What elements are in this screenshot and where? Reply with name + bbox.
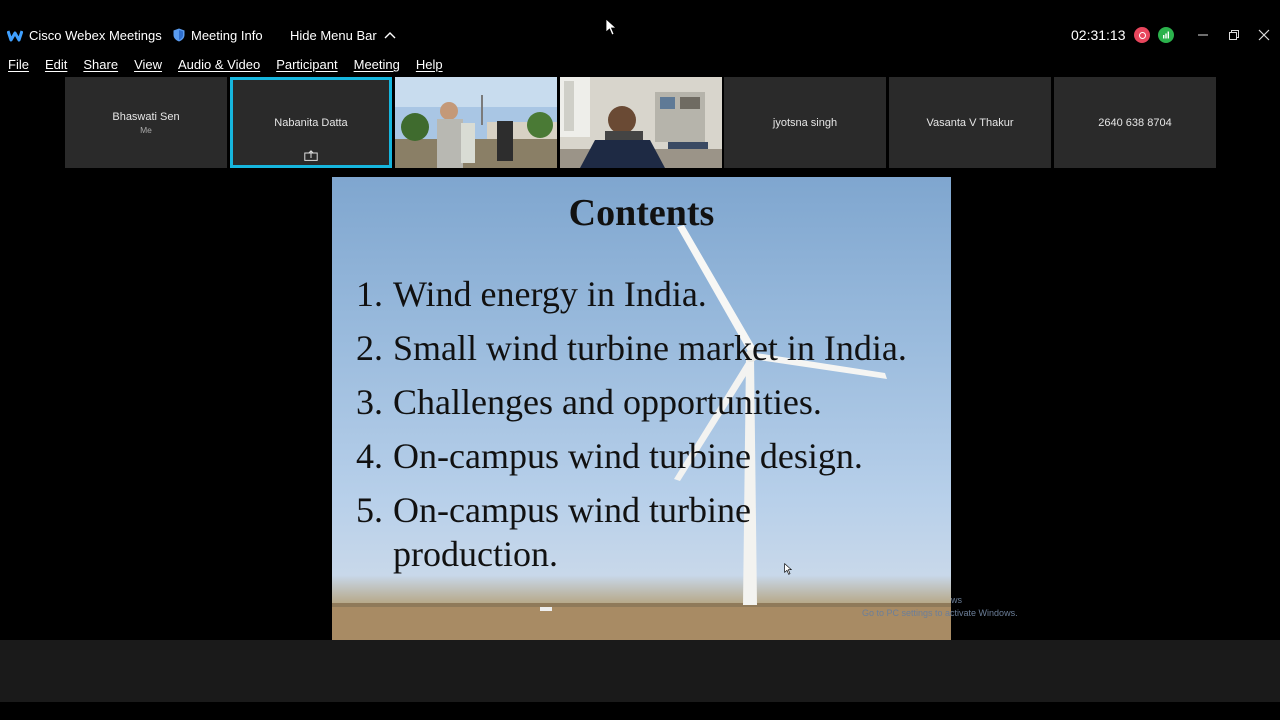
list-item-text: Small wind turbine market in India. xyxy=(393,328,907,368)
participant-name: jyotsna singh xyxy=(772,116,838,129)
participant-name: Bhaswati Sen xyxy=(112,110,180,123)
participant-tile[interactable]: Vasanta V Thakur xyxy=(889,77,1051,168)
list-item-number: 1. xyxy=(356,274,383,314)
mouse-pointer-icon xyxy=(605,18,617,36)
recording-icon[interactable] xyxy=(1134,27,1150,43)
close-button[interactable] xyxy=(1249,20,1279,50)
list-item-number: 5. xyxy=(356,490,383,530)
participant-video-frame xyxy=(560,77,722,168)
list-item-text: On-campus wind turbine design. xyxy=(393,436,863,476)
hide-menu-bar-button[interactable]: Hide Menu Bar xyxy=(290,20,396,50)
activation-watermark-line1: ws xyxy=(951,595,962,605)
signal-bars-icon xyxy=(1163,31,1169,39)
activation-watermark-line2: Go to PC settings to activate Windows. xyxy=(862,608,1018,618)
menu-participant[interactable]: Participant xyxy=(268,55,345,75)
shield-icon xyxy=(173,28,185,42)
list-item-text: On-campus wind turbine production. xyxy=(393,490,751,574)
restore-icon xyxy=(1229,30,1239,40)
list-item: 5. On-campus wind turbine production. xyxy=(356,488,951,576)
network-stats-icon[interactable] xyxy=(1158,27,1174,43)
list-item: 3. Challenges and opportunities. xyxy=(356,380,951,424)
participant-tile[interactable]: jyotsna singh xyxy=(724,77,886,168)
participant-name: Nabanita Datta xyxy=(274,116,348,129)
menu-view[interactable]: View xyxy=(126,55,170,75)
list-item-number: 4. xyxy=(356,436,383,476)
minimize-button[interactable] xyxy=(1188,20,1218,50)
list-item: 1. Wind energy in India. xyxy=(356,272,951,316)
slide-title: Contents xyxy=(568,192,715,234)
chevron-up-icon xyxy=(384,32,396,39)
menu-share[interactable]: Share xyxy=(75,55,126,75)
shared-content-slide: Contents 1. Wind energy in India. 2. Sma… xyxy=(332,177,951,640)
list-item-number: 2. xyxy=(356,328,383,368)
menu-help[interactable]: Help xyxy=(408,55,451,75)
menu-meeting[interactable]: Meeting xyxy=(346,55,408,75)
participant-tile[interactable]: 2640 638 8704 xyxy=(1054,77,1216,168)
screen-share-icon xyxy=(304,150,318,161)
menu-file[interactable]: File xyxy=(0,55,37,75)
bottom-control-bar xyxy=(0,640,1280,702)
restore-button[interactable] xyxy=(1219,20,1249,50)
participant-name: 2640 638 8704 xyxy=(1098,116,1172,129)
meeting-info-button[interactable]: Meeting Info xyxy=(173,20,263,50)
app-title-area: Cisco Webex Meetings xyxy=(7,20,162,50)
participant-tile-active-speaker[interactable]: Nabanita Datta xyxy=(230,77,392,168)
participant-video-frame xyxy=(395,77,557,168)
close-icon xyxy=(1258,29,1270,41)
list-item: 4. On-campus wind turbine design. xyxy=(356,434,951,478)
list-item-number: 3. xyxy=(356,382,383,422)
menu-audio-video[interactable]: Audio & Video xyxy=(170,55,268,75)
hide-menu-bar-label: Hide Menu Bar xyxy=(290,27,377,43)
participant-name: Vasanta V Thakur xyxy=(926,116,1014,129)
participant-tile[interactable]: Bhaswati Sen Me xyxy=(65,77,227,168)
mouse-pointer-icon xyxy=(784,563,792,575)
participant-video-tile[interactable] xyxy=(395,77,557,168)
participant-video-tile[interactable] xyxy=(560,77,722,168)
webex-logo-icon xyxy=(7,30,23,42)
list-item: 2. Small wind turbine market in India. xyxy=(356,326,951,370)
list-item-text: Challenges and opportunities. xyxy=(393,382,822,422)
app-title: Cisco Webex Meetings xyxy=(29,27,162,43)
menu-bar: File Edit Share View Audio & Video Parti… xyxy=(0,55,451,75)
minimize-icon xyxy=(1198,34,1208,36)
meeting-timer: 02:31:13 xyxy=(1071,27,1126,43)
slide-contents-list: 1. Wind energy in India. 2. Small wind t… xyxy=(356,272,951,586)
title-bar: Cisco Webex Meetings Meeting Info Hide M… xyxy=(0,20,1280,50)
participant-self-label: Me xyxy=(140,124,152,135)
list-item-text: Wind energy in India. xyxy=(393,274,707,314)
menu-edit[interactable]: Edit xyxy=(37,55,75,75)
meeting-info-label: Meeting Info xyxy=(191,27,263,43)
